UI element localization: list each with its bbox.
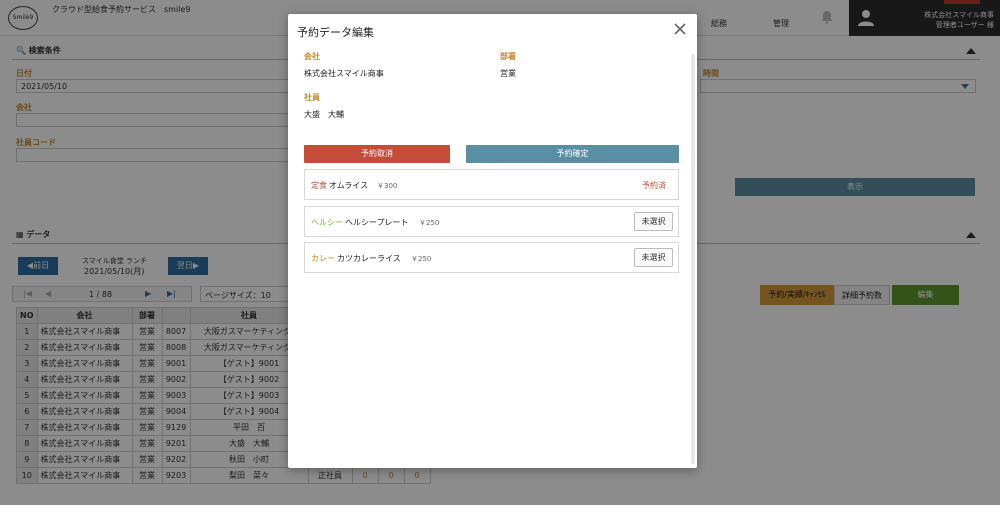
reservation-status: 予約済 bbox=[642, 181, 666, 190]
modal-dept-value: 営業 bbox=[500, 69, 516, 78]
modal-employee-value: 大盛 大輔 bbox=[304, 110, 344, 119]
select-menu-button[interactable]: 未選択 bbox=[634, 212, 673, 231]
reservation-edit-modal: 予約データ編集 会社 株式会社スマイル商事 部署 営業 社員 大盛 大輔 予約取… bbox=[288, 14, 697, 468]
menu-card-teishoku[interactable]: 定食 オムライス ￥300 予約済 bbox=[304, 169, 679, 200]
menu-name: オムライス bbox=[329, 181, 369, 190]
modal-company-value: 株式会社スマイル商事 bbox=[304, 69, 384, 78]
menu-category: 定食 bbox=[311, 181, 327, 190]
select-menu-button[interactable]: 未選択 bbox=[634, 248, 673, 267]
modal-company-label: 会社 bbox=[304, 52, 320, 61]
close-icon[interactable] bbox=[673, 22, 687, 36]
menu-category: カレー bbox=[311, 254, 335, 263]
menu-name: ヘルシープレート bbox=[345, 218, 409, 227]
cancel-reservation-button[interactable]: 予約取消 bbox=[304, 145, 450, 163]
menu-card-curry[interactable]: カレー カツカレーライス ￥250 未選択 bbox=[304, 242, 679, 273]
menu-name: カツカレーライス bbox=[337, 254, 401, 263]
menu-price: ￥250 bbox=[411, 255, 432, 263]
modal-dept-label: 部署 bbox=[500, 52, 516, 61]
modal-scrollbar[interactable] bbox=[691, 54, 695, 464]
confirm-reservation-button[interactable]: 予約確定 bbox=[466, 145, 679, 163]
menu-card-healthy[interactable]: ヘルシー ヘルシープレート ￥250 未選択 bbox=[304, 206, 679, 237]
menu-price: ￥250 bbox=[419, 219, 440, 227]
modal-title: 予約データ編集 bbox=[297, 26, 374, 39]
menu-price: ￥300 bbox=[377, 182, 398, 190]
modal-employee-label: 社員 bbox=[304, 93, 320, 102]
menu-category: ヘルシー bbox=[311, 218, 343, 227]
